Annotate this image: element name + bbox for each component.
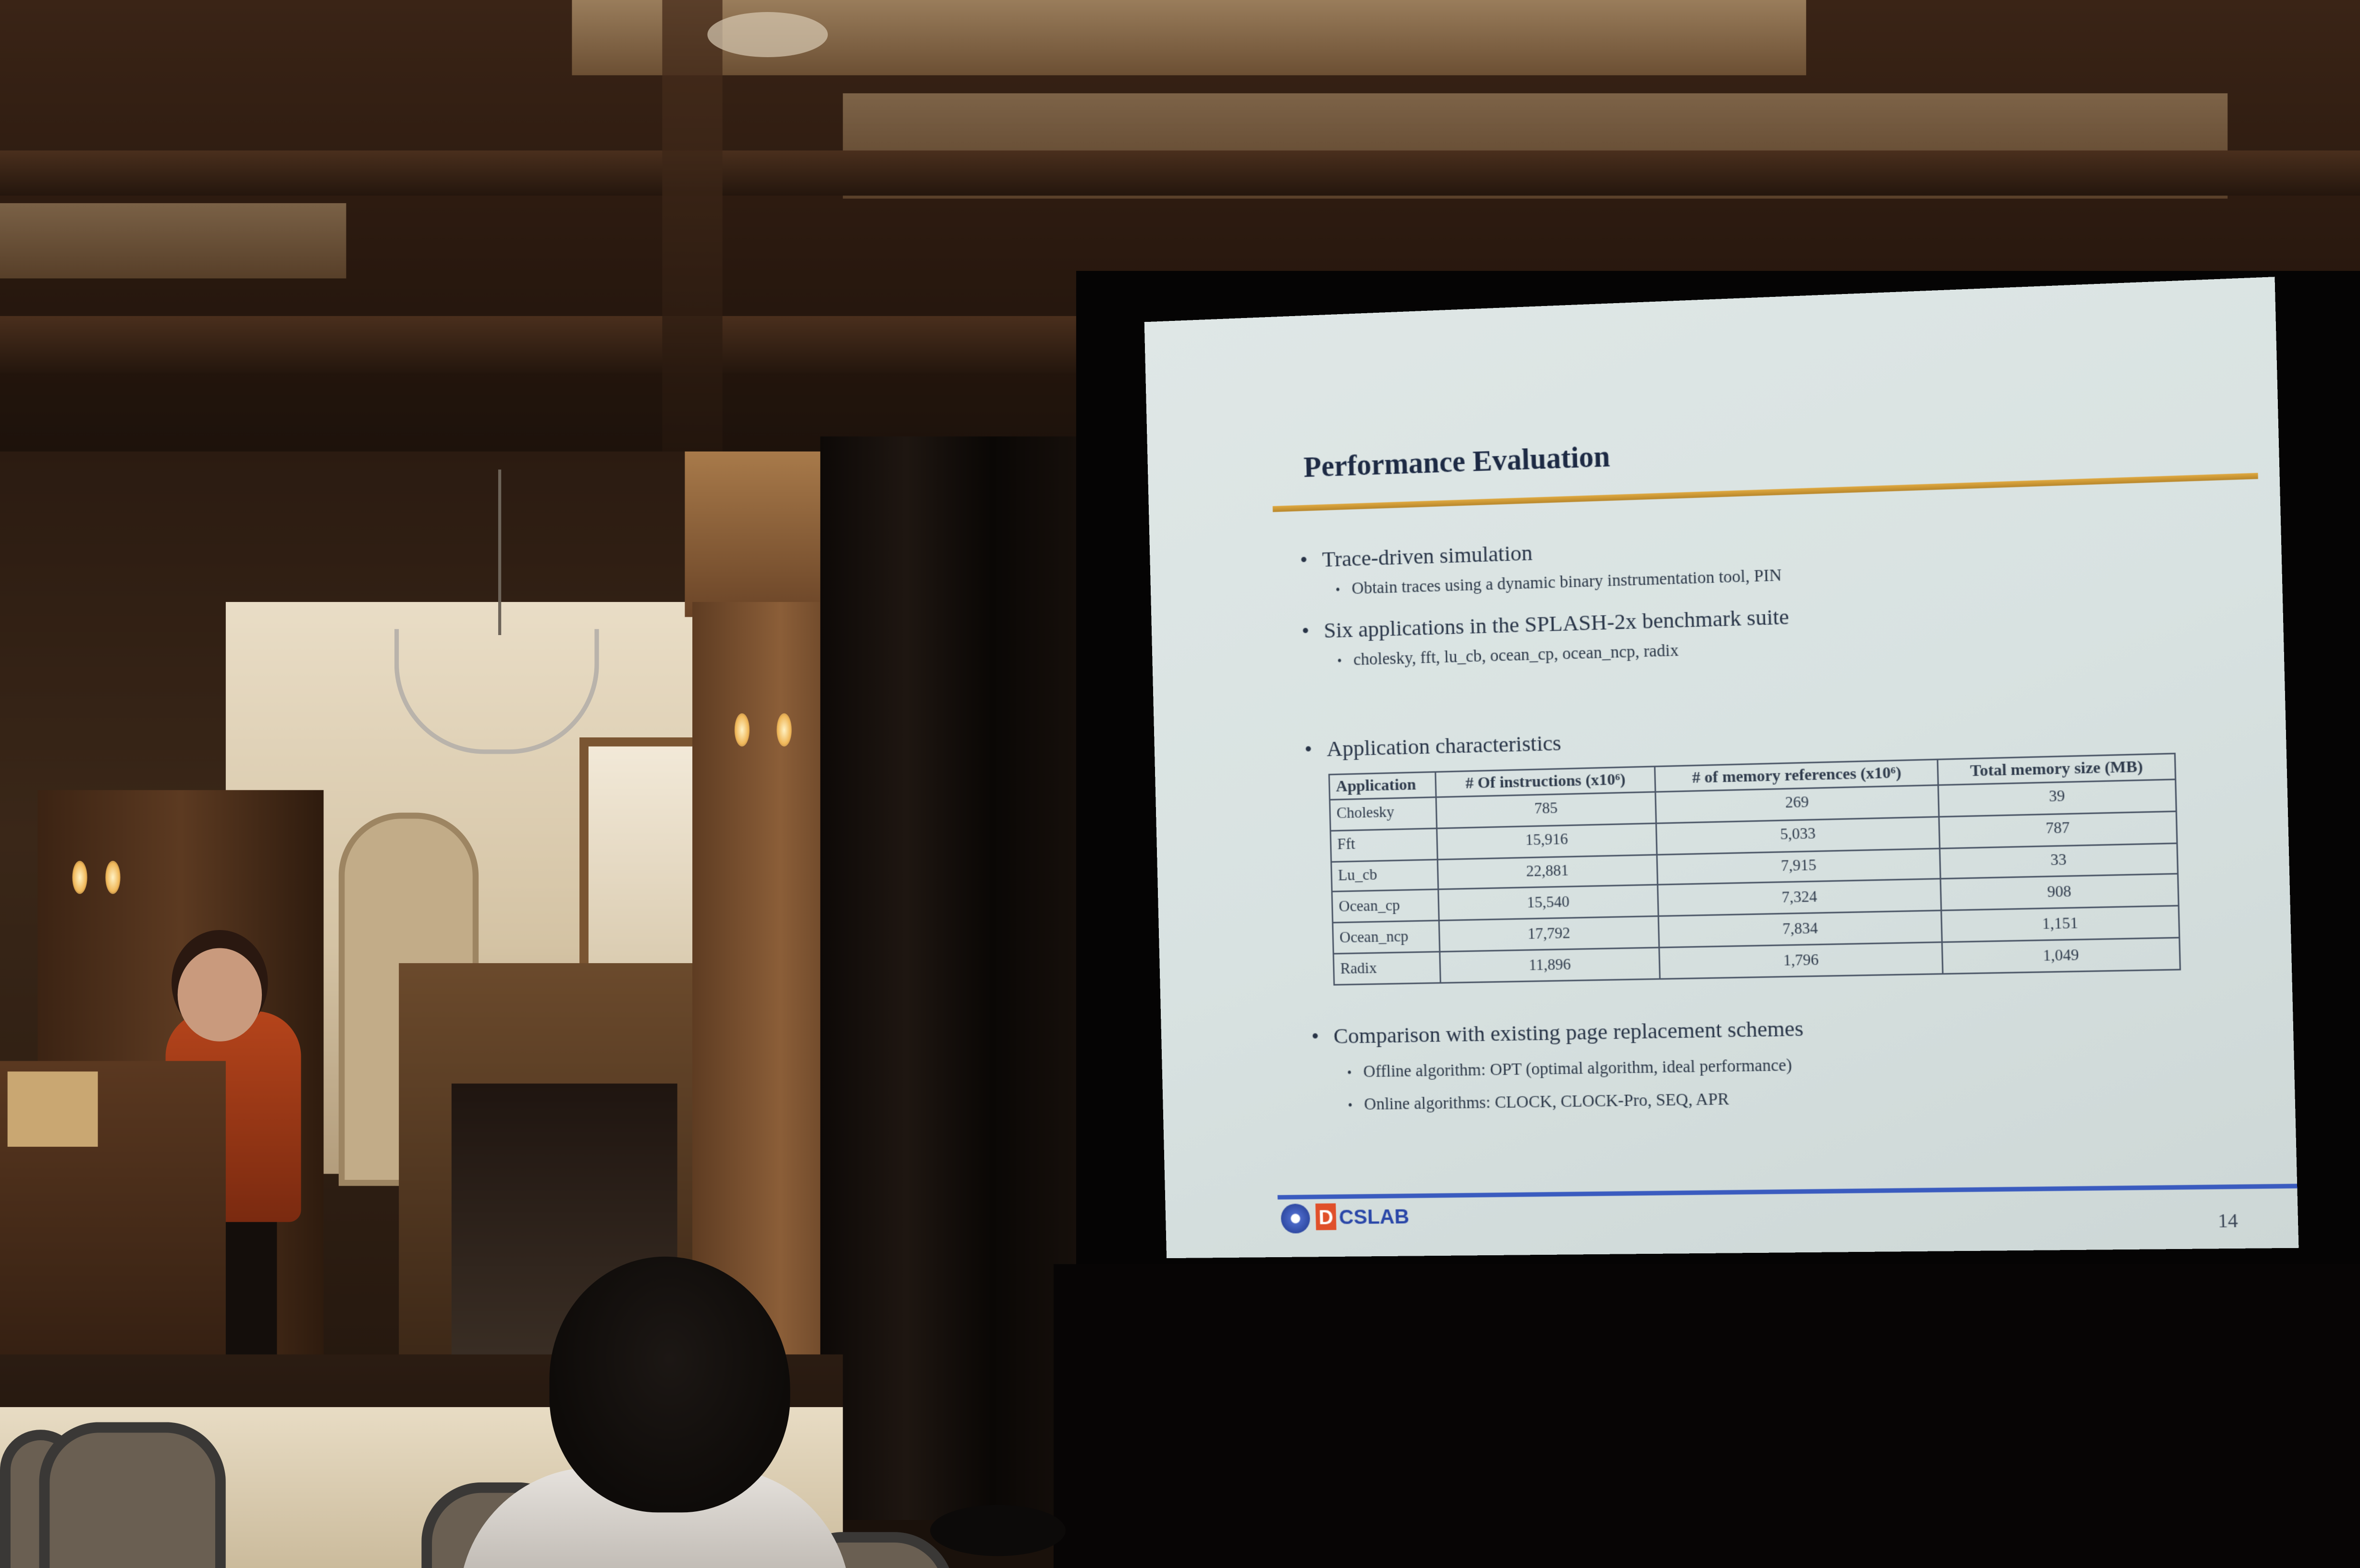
wall-sconce [105,860,121,894]
wall-sconce [734,713,750,747]
table-cell: 1,796 [1659,942,1943,979]
table-cell: 15,916 [1437,823,1658,859]
table-cell: 7,915 [1658,848,1941,886]
conference-microphone [930,1505,1066,1556]
chandelier-chain [498,469,502,635]
table-cell: 22,881 [1437,854,1659,890]
speaker-head [177,948,262,1041]
table-cell: 39 [1939,779,2176,817]
table-cell: Radix [1333,952,1441,985]
table-cell: 1,049 [1942,938,2180,974]
bullet-applications: Six applications in the SPLASH-2x benchm… [1302,606,1790,646]
speaker-fixture [707,12,828,58]
table-cell: 787 [1939,811,2177,848]
table-cell: Lu_cb [1331,859,1438,893]
table-cell: Fft [1330,828,1438,862]
sub-bullet-online: Online algorithms: CLOCK, CLOCK-Pro, SEQ… [1348,1091,1729,1114]
footer-rule [1278,1184,2298,1200]
sub-bullet-app-list: cholesky, fft, lu_cb, ocean_cp, ocean_nc… [1337,642,1679,670]
table-cell: 1,151 [1942,906,2180,943]
characteristics-table: Application # Of instructions (x10⁶) # o… [1328,753,2181,986]
slide-surface: Performance Evaluation Trace-driven simu… [1144,277,2299,1259]
chair [39,1422,226,1568]
dcslab-logo-mark: D [1315,1203,1337,1230]
table-cell: Ocean_cp [1332,890,1439,923]
podium-logo [7,1071,98,1147]
university-seal-icon [1280,1203,1311,1234]
bullet-characteristics: Application characteristics [1304,732,1561,764]
wall-sconce [72,860,87,894]
table-cell: 7,834 [1659,911,1943,948]
slide-page-number: 14 [2217,1209,2238,1232]
sub-bullet-offline: Offline algorithm: OPT (optimal algorith… [1347,1057,1792,1081]
table-cell: Ocean_ncp [1332,921,1440,954]
dcslab-logo-text: CSLAB [1339,1204,1410,1229]
stage-skirt [1053,1264,2360,1568]
slide-title: Performance Evaluation [1303,441,1610,485]
table-cell: 33 [1940,843,2178,880]
table-header: Application [1329,772,1436,800]
conference-room-photo: Performance Evaluation Trace-driven simu… [0,0,2360,1568]
ceiling-beam [0,150,2360,196]
table-cell: 17,792 [1439,916,1660,952]
table-cell: 11,896 [1439,947,1661,983]
table-cell: 7,324 [1658,879,1942,917]
table-cell: 15,540 [1438,885,1659,921]
wall-sconce [776,713,792,747]
ceiling-panel [0,203,346,279]
table-cell: Cholesky [1329,797,1437,831]
sub-bullet-pin: Obtain traces using a dynamic binary ins… [1335,567,1782,599]
table-cell: 908 [1941,874,2179,911]
bullet-comparison: Comparison with existing page replacemen… [1311,1018,1804,1051]
projected-slide: Performance Evaluation Trace-driven simu… [1144,277,2299,1259]
bullet-trace: Trace-driven simulation [1300,542,1533,575]
ceiling-beam [662,0,723,452]
table-cell: 785 [1436,792,1657,828]
